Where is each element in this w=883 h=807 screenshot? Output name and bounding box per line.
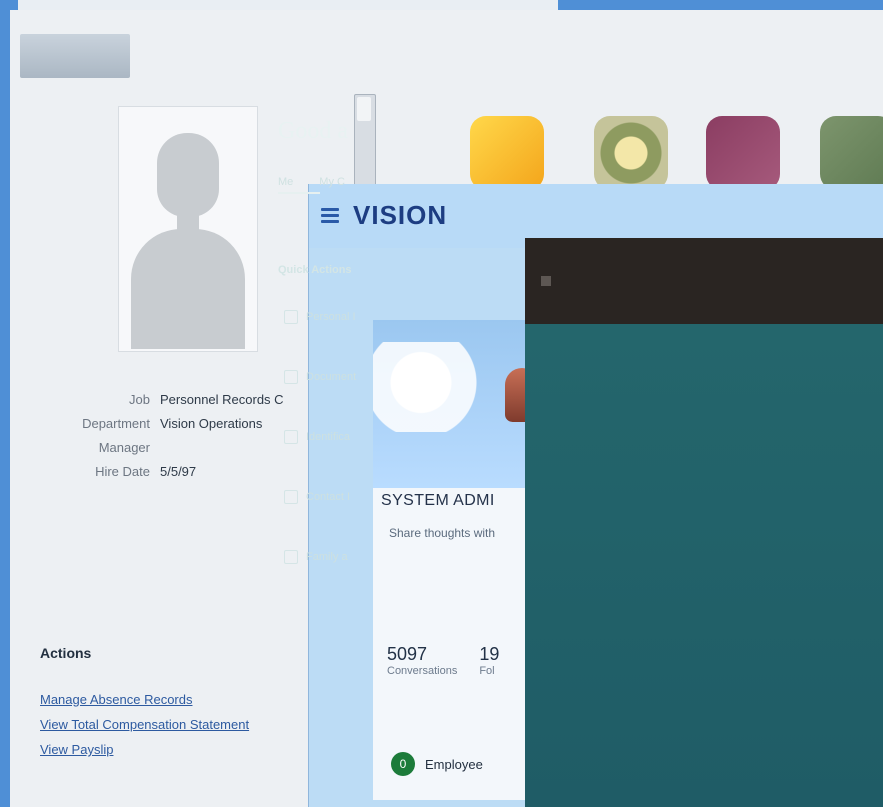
quick-action-icon xyxy=(284,490,298,504)
quick-action-icon xyxy=(284,310,298,324)
quick-action-icon xyxy=(284,550,298,564)
profile-photo xyxy=(118,106,258,352)
action-link[interactable]: Manage Absence Records xyxy=(40,692,249,707)
dark-titlebar xyxy=(525,238,883,324)
actions-list: Manage Absence Records View Total Compen… xyxy=(40,692,249,767)
quick-action-label: Personal I xyxy=(306,311,356,323)
user-name: SYSTEM ADMI xyxy=(381,492,495,509)
quick-action-icon xyxy=(284,370,298,384)
quick-action-icon xyxy=(284,430,298,444)
quick-action-item[interactable]: Document xyxy=(284,368,364,386)
avatar-icon xyxy=(129,117,247,349)
avatar-head-icon xyxy=(157,133,219,217)
hamburger-line xyxy=(321,220,339,223)
quick-action-item[interactable]: Personal I xyxy=(284,308,364,326)
employee-badge[interactable]: 0 Employee xyxy=(391,752,483,776)
dark-content xyxy=(525,324,883,807)
detail-row: Hire Date 5/5/97 xyxy=(40,460,340,484)
window-square-icon[interactable] xyxy=(541,276,551,286)
top-bar xyxy=(0,0,883,11)
app-icon[interactable] xyxy=(706,116,780,190)
screen: Job Personnel Records C Department Visio… xyxy=(0,0,883,807)
actions-title: Actions xyxy=(40,645,92,661)
app-icon[interactable] xyxy=(470,116,544,190)
badge-icon: 0 xyxy=(391,752,415,776)
stat-followers: 19 Fol xyxy=(479,644,499,677)
stat-label: Conversations xyxy=(387,665,458,677)
stats: 5097 Conversations 19 Fol xyxy=(387,644,543,677)
quick-action-item[interactable]: Contact I xyxy=(284,488,364,506)
stat-number: 5097 xyxy=(387,644,428,664)
greeting: Good a xyxy=(278,118,348,144)
scrollbar[interactable] xyxy=(354,94,376,192)
hamburger-icon[interactable] xyxy=(321,208,339,223)
logo xyxy=(20,34,130,78)
detail-label: Hire Date xyxy=(95,464,150,479)
detail-row: Job Personnel Records C xyxy=(40,388,340,412)
quick-action-label: Document xyxy=(306,371,357,383)
stat-label: Fol xyxy=(479,665,495,677)
badge-label: Employee xyxy=(425,756,483,772)
stat-number: 19 xyxy=(479,644,500,664)
tab-me[interactable]: Me xyxy=(278,176,321,194)
vision-brand: VISION xyxy=(353,200,448,230)
detail-label: Manager xyxy=(98,440,150,455)
quick-action-item[interactable]: Identifica xyxy=(284,428,364,446)
quick-action-label: Contact I xyxy=(306,491,351,503)
quick-action-label: Identifica xyxy=(306,431,351,443)
profile-card: SYSTEM ADMI Share thoughts with 5097 Con… xyxy=(373,320,543,800)
share-prompt[interactable]: Share thoughts with xyxy=(389,526,495,540)
app-icon[interactable] xyxy=(820,116,883,190)
quick-action-item[interactable]: Family a xyxy=(284,548,364,566)
tab-my-c[interactable]: My C xyxy=(319,176,345,188)
hamburger-line xyxy=(321,214,339,217)
action-link[interactable]: View Total Compensation Statement xyxy=(40,717,249,732)
quick-actions-title: Quick Actions xyxy=(278,264,352,276)
detail-value: 5/5/97 xyxy=(160,464,197,479)
hamburger-line xyxy=(321,208,339,211)
scrollbar-thumb[interactable] xyxy=(357,97,371,121)
quick-action-label: Family a xyxy=(306,551,348,563)
avatar-body-icon xyxy=(131,229,245,349)
detail-label: Department xyxy=(82,416,150,431)
detail-label: Job xyxy=(129,392,150,407)
detail-value: Personnel Records C xyxy=(160,392,284,407)
dark-window xyxy=(525,238,883,807)
stat-conversations: 5097 Conversations xyxy=(387,644,457,677)
action-link[interactable]: View Payslip xyxy=(40,742,249,757)
dark-tabs: Me My C xyxy=(278,176,345,194)
app-icon[interactable] xyxy=(594,116,668,190)
card-cover xyxy=(373,320,543,488)
cloud-image xyxy=(373,342,493,432)
detail-value: Vision Operations xyxy=(160,416,263,431)
